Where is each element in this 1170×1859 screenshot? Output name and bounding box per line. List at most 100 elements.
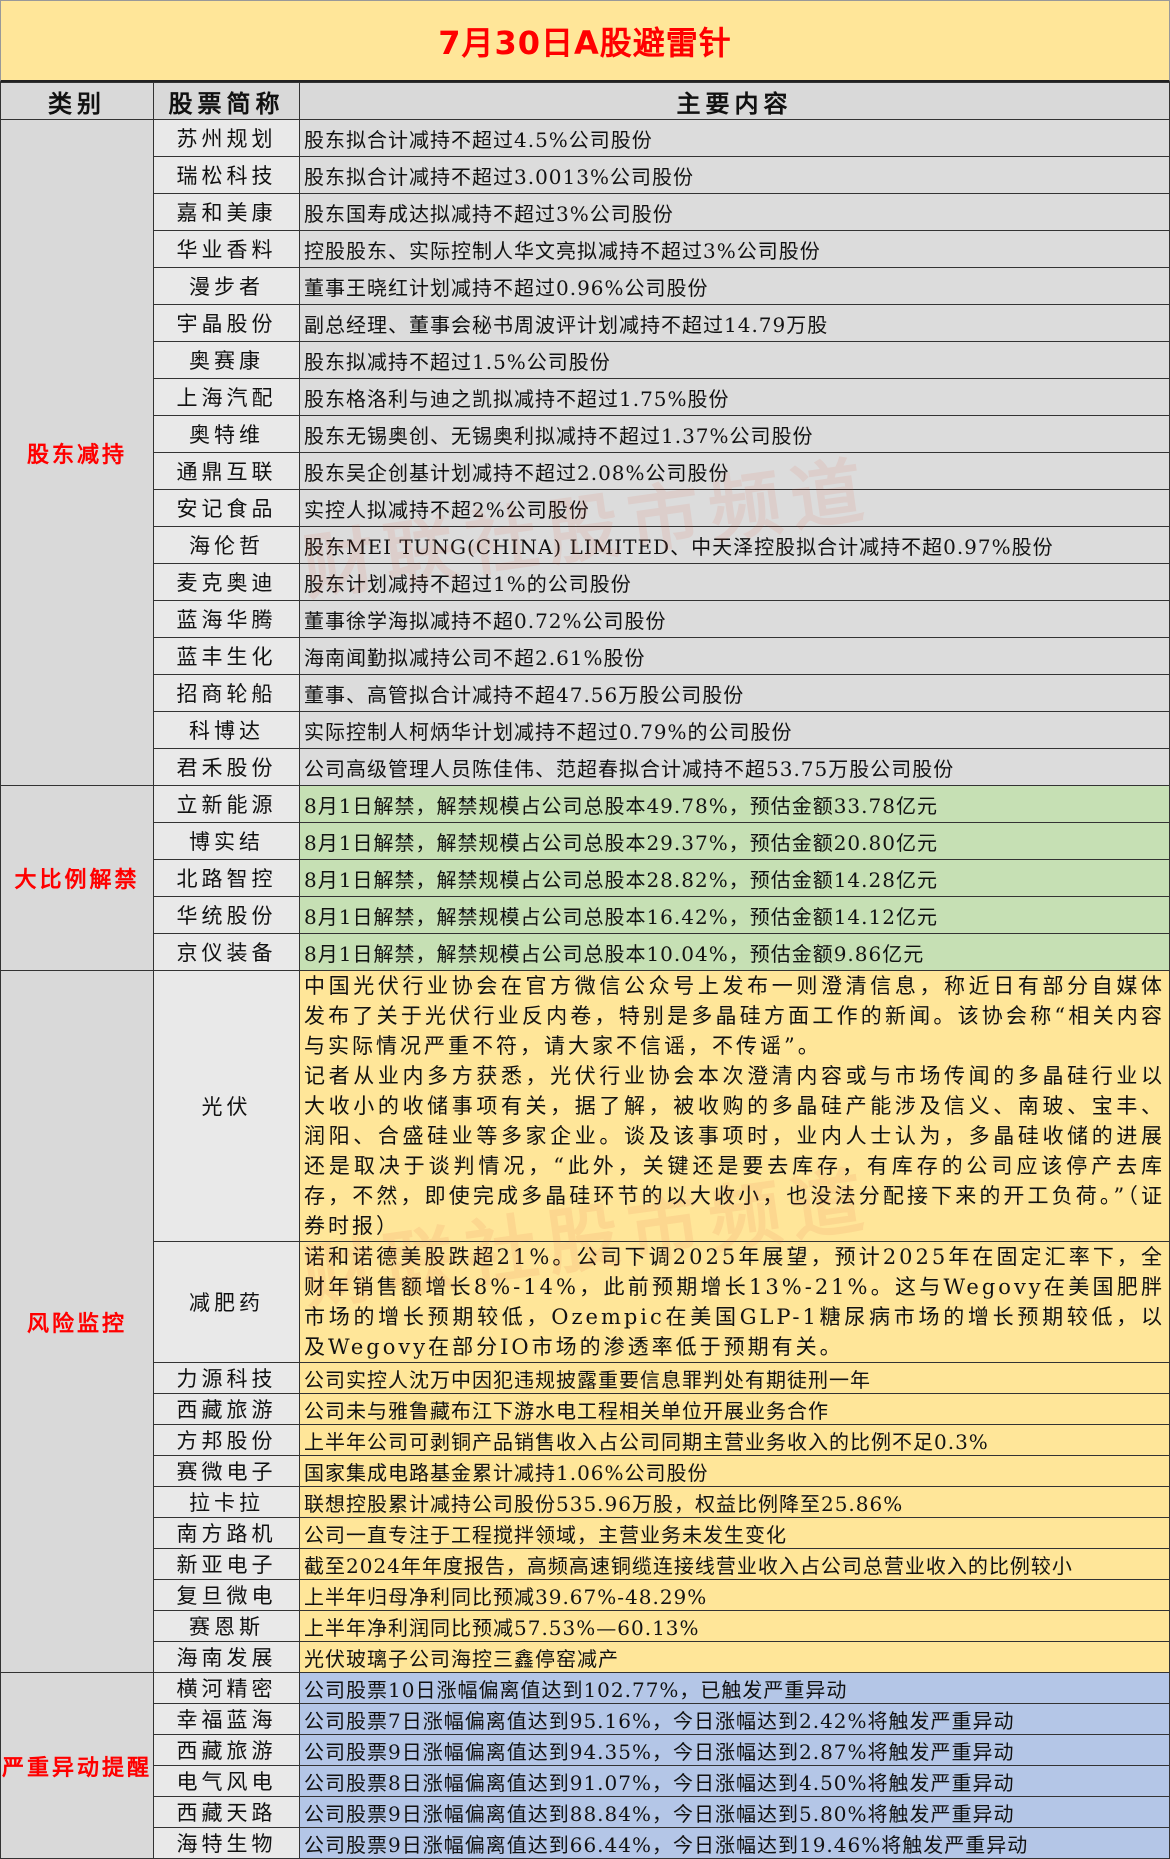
table-row: 复旦微电 上半年归母净利同比预减39.67%-48.29% bbox=[1, 1579, 1170, 1611]
table-row: 瑞松科技 股东拟合计减持不超过3.0013%公司股份 bbox=[1, 156, 1170, 194]
stock-name: 博实结 bbox=[153, 822, 300, 860]
content-cell: 副总经理、董事会秘书周波评计划减持不超过14.79万股 bbox=[299, 304, 1170, 342]
page-title: 7月30日A股避雷针 bbox=[0, 0, 1170, 82]
content-cell: 股东格洛利与迪之凯拟减持不超过1.75%股份 bbox=[299, 378, 1170, 416]
table-row: 蓝海华腾 董事徐学海拟减持不超0.72%公司股份 bbox=[1, 600, 1170, 638]
stock-name: 蓝丰生化 bbox=[153, 637, 300, 675]
content-cell: 实际控制人柯炳华计划减持不超过0.79%的公司股份 bbox=[299, 711, 1170, 749]
table-row: 奥赛康 股东拟减持不超过1.5%公司股份 bbox=[1, 341, 1170, 379]
table-row: 京仪装备 8月1日解禁，解禁规模占公司总股本10.04%，预估金额9.86亿元 bbox=[1, 933, 1170, 971]
content-paragraph: 诺和诺德美股跌超21%。公司下调2025年展望，预计2025年在固定汇率下，全财… bbox=[304, 1245, 1165, 1359]
stock-name: 幸福蓝海 bbox=[153, 1703, 300, 1735]
table-row: 海伦哲 股东MEI TUNG(CHINA) LIMITED、中天泽控股拟合计减持不… bbox=[1, 526, 1170, 564]
stock-name: 奥赛康 bbox=[153, 341, 300, 379]
table-row: 赛恩斯 上半年净利润同比预减57.53%—60.13% bbox=[1, 1610, 1170, 1642]
table-row: 风险监控 光伏 中国光伏行业协会在官方微信公众号上发布一则澄清信息，称近日有部分自媒… bbox=[0, 970, 1170, 1673]
stock-name: 君禾股份 bbox=[153, 748, 300, 786]
stock-name: 蓝海华腾 bbox=[153, 600, 300, 638]
content-cell: 股东国寿成达拟减持不超过3%公司股份 bbox=[299, 193, 1170, 231]
content-cell: 公司未与雅鲁藏布江下游水电工程相关单位开展业务合作 bbox=[299, 1393, 1170, 1425]
content-cell: 光伏玻璃子公司海控三鑫停窑减产 bbox=[299, 1641, 1170, 1673]
stock-name: 西藏旅游 bbox=[153, 1393, 300, 1425]
table-row: 君禾股份 公司高级管理人员陈佳伟、范超春拟合计减持不超53.75万股公司股份 bbox=[1, 748, 1170, 786]
table-row: 大比例解禁 立新能源 8月1日解禁，解禁规模占公司总股本49.78%，预估金额33.… bbox=[0, 785, 1170, 971]
content-cell: 8月1日解禁，解禁规模占公司总股本49.78%，预估金额33.78亿元 bbox=[299, 785, 1170, 823]
table-header: 类别 股票简称 主要内容 bbox=[0, 82, 1170, 120]
content-cell: 实控人拟减持不超2%公司股份 bbox=[299, 489, 1170, 527]
content-cell: 8月1日解禁，解禁规模占公司总股本16.42%，预估金额14.12亿元 bbox=[299, 896, 1170, 934]
content-cell: 截至2024年年度报告，高频高速铜缆连接线营业收入占公司总营业收入的比例较小 bbox=[299, 1548, 1170, 1580]
stock-name: 华业香料 bbox=[153, 230, 300, 268]
stock-name: 奥特维 bbox=[153, 415, 300, 453]
table-row: 华业香料 控股股东、实际控制人华文亮拟减持不超过3%公司股份 bbox=[1, 230, 1170, 268]
content-cell: 公司股票8日涨幅偏离值达到91.07%，今日涨幅达到4.50%将触发严重异动 bbox=[299, 1765, 1170, 1797]
header-stock-name: 股票简称 bbox=[153, 82, 300, 120]
content-cell: 上半年归母净利同比预减39.67%-48.29% bbox=[299, 1579, 1170, 1611]
content-cell: 公司股票9日涨幅偏离值达到88.84%，今日涨幅达到5.80%将触发严重异动 bbox=[299, 1796, 1170, 1828]
content-cell: 股东拟减持不超过1.5%公司股份 bbox=[299, 341, 1170, 379]
content-cell: 股东无锡奥创、无锡奥利拟减持不超过1.37%公司股份 bbox=[299, 415, 1170, 453]
stock-name: 苏州规划 bbox=[153, 119, 300, 157]
content-cell: 上半年公司可剥铜产品销售收入占公司同期主营业务收入的比例不足0.3% bbox=[299, 1424, 1170, 1456]
content-cell: 8月1日解禁，解禁规模占公司总股本10.04%，预估金额9.86亿元 bbox=[299, 933, 1170, 971]
content-cell: 公司股票9日涨幅偏离值达到66.44%，今日涨幅达到19.46%将触发严重异动 bbox=[299, 1827, 1170, 1859]
stock-name: 方邦股份 bbox=[153, 1424, 300, 1456]
header-content: 主要内容 bbox=[299, 82, 1170, 120]
table-row: 新亚电子 截至2024年年度报告，高频高速铜缆连接线营业收入占公司总营业收入的比例… bbox=[1, 1548, 1170, 1580]
stock-name: 电气风电 bbox=[153, 1765, 300, 1797]
content-cell: 公司股票7日涨幅偏离值达到95.16%，今日涨幅达到2.42%将触发严重异动 bbox=[299, 1703, 1170, 1735]
table-row: 电气风电 公司股票8日涨幅偏离值达到91.07%，今日涨幅达到4.50%将触发严重… bbox=[1, 1765, 1170, 1797]
table-row: 海特生物 公司股票9日涨幅偏离值达到66.44%，今日涨幅达到19.46%将触发严… bbox=[1, 1827, 1170, 1859]
content-cell: 公司高级管理人员陈佳伟、范超春拟合计减持不超53.75万股公司股份 bbox=[299, 748, 1170, 786]
stock-name: 上海汽配 bbox=[153, 378, 300, 416]
content-cell: 董事、高管拟合计减持不超47.56万股公司股份 bbox=[299, 674, 1170, 712]
stock-name: 海南发展 bbox=[153, 1641, 300, 1673]
content-cell: 控股股东、实际控制人华文亮拟减持不超过3%公司股份 bbox=[299, 230, 1170, 268]
stock-name: 瑞松科技 bbox=[153, 156, 300, 194]
table-row: 科博达 实际控制人柯炳华计划减持不超过0.79%的公司股份 bbox=[1, 711, 1170, 749]
content-cell: 诺和诺德美股跌超21%。公司下调2025年展望，预计2025年在固定汇率下，全财… bbox=[299, 1241, 1170, 1363]
table-row: 海南发展 光伏玻璃子公司海控三鑫停窑减产 bbox=[1, 1641, 1170, 1673]
stock-name: 嘉和美康 bbox=[153, 193, 300, 231]
stock-name: 漫步者 bbox=[153, 267, 300, 305]
content-cell: 股东吴企创基计划减持不超过2.08%公司股份 bbox=[299, 452, 1170, 490]
category-large-unlock: 大比例解禁 bbox=[0, 785, 154, 971]
header-category: 类别 bbox=[0, 82, 154, 120]
table-row: 力源科技 公司实控人沈万中因犯违规披露重要信息罪判处有期徒刑一年 bbox=[1, 1362, 1170, 1394]
content-cell: 公司股票10日涨幅偏离值达到102.77%，已触发严重异动 bbox=[299, 1672, 1170, 1704]
content-cell: 股东拟合计减持不超过3.0013%公司股份 bbox=[299, 156, 1170, 194]
table-row: 嘉和美康 股东国寿成达拟减持不超过3%公司股份 bbox=[1, 193, 1170, 231]
stock-name: 招商轮船 bbox=[153, 674, 300, 712]
stock-name: 华统股份 bbox=[153, 896, 300, 934]
stock-name: 北路智控 bbox=[153, 859, 300, 897]
content-cell: 股东MEI TUNG(CHINA) LIMITED、中天泽控股拟合计减持不超0.… bbox=[299, 526, 1170, 564]
table-row: 南方路机 公司一直专注于工程搅拌领域，主营业务未发生变化 bbox=[1, 1517, 1170, 1549]
stock-name: 麦克奥迪 bbox=[153, 563, 300, 601]
stock-name: 海伦哲 bbox=[153, 526, 300, 564]
category-risk-monitor: 风险监控 bbox=[0, 970, 154, 1673]
stock-name: 南方路机 bbox=[153, 1517, 300, 1549]
content-cell: 上半年净利润同比预减57.53%—60.13% bbox=[299, 1610, 1170, 1642]
table-row: 蓝丰生化 海南闻勤拟减持公司不超2.61%股份 bbox=[1, 637, 1170, 675]
content-cell: 董事徐学海拟减持不超0.72%公司股份 bbox=[299, 600, 1170, 638]
stock-name: 光伏 bbox=[153, 970, 300, 1242]
content-cell: 联想控股累计减持公司股份535.96万股，权益比例降至25.86% bbox=[299, 1486, 1170, 1518]
table-row: 通鼎互联 股东吴企创基计划减持不超过2.08%公司股份 bbox=[1, 452, 1170, 490]
content-paragraph: 中国光伏行业协会在官方微信公众号上发布一则澄清信息，称近日有部分自媒体发布了关于… bbox=[304, 974, 1165, 1058]
stock-name: 横河精密 bbox=[153, 1672, 300, 1704]
stock-name: 赛恩斯 bbox=[153, 1610, 300, 1642]
stock-name: 海特生物 bbox=[153, 1827, 300, 1859]
table-row: 北路智控 8月1日解禁，解禁规模占公司总股本28.82%，预估金额14.28亿元 bbox=[1, 859, 1170, 897]
table-row: 宇晶股份 副总经理、董事会秘书周波评计划减持不超过14.79万股 bbox=[1, 304, 1170, 342]
content-cell: 海南闻勤拟减持公司不超2.61%股份 bbox=[299, 637, 1170, 675]
stock-name: 西藏旅游 bbox=[153, 1734, 300, 1766]
stock-name: 西藏天路 bbox=[153, 1796, 300, 1828]
stock-name: 新亚电子 bbox=[153, 1548, 300, 1580]
table-row: 麦克奥迪 股东计划减持不超过1%的公司股份 bbox=[1, 563, 1170, 601]
stock-name: 宇晶股份 bbox=[153, 304, 300, 342]
content-cell: 国家集成电路基金累计减持1.06%公司股份 bbox=[299, 1455, 1170, 1487]
table-row: 拉卡拉 联想控股累计减持公司股份535.96万股，权益比例降至25.86% bbox=[1, 1486, 1170, 1518]
stock-name: 复旦微电 bbox=[153, 1579, 300, 1611]
content-paragraph: 记者从业内多方获悉，光伏行业协会本次澄清内容或与市场传闻的多晶硅行业以大收小的收… bbox=[304, 1064, 1165, 1238]
table-row: 上海汽配 股东格洛利与迪之凯拟减持不超过1.75%股份 bbox=[1, 378, 1170, 416]
